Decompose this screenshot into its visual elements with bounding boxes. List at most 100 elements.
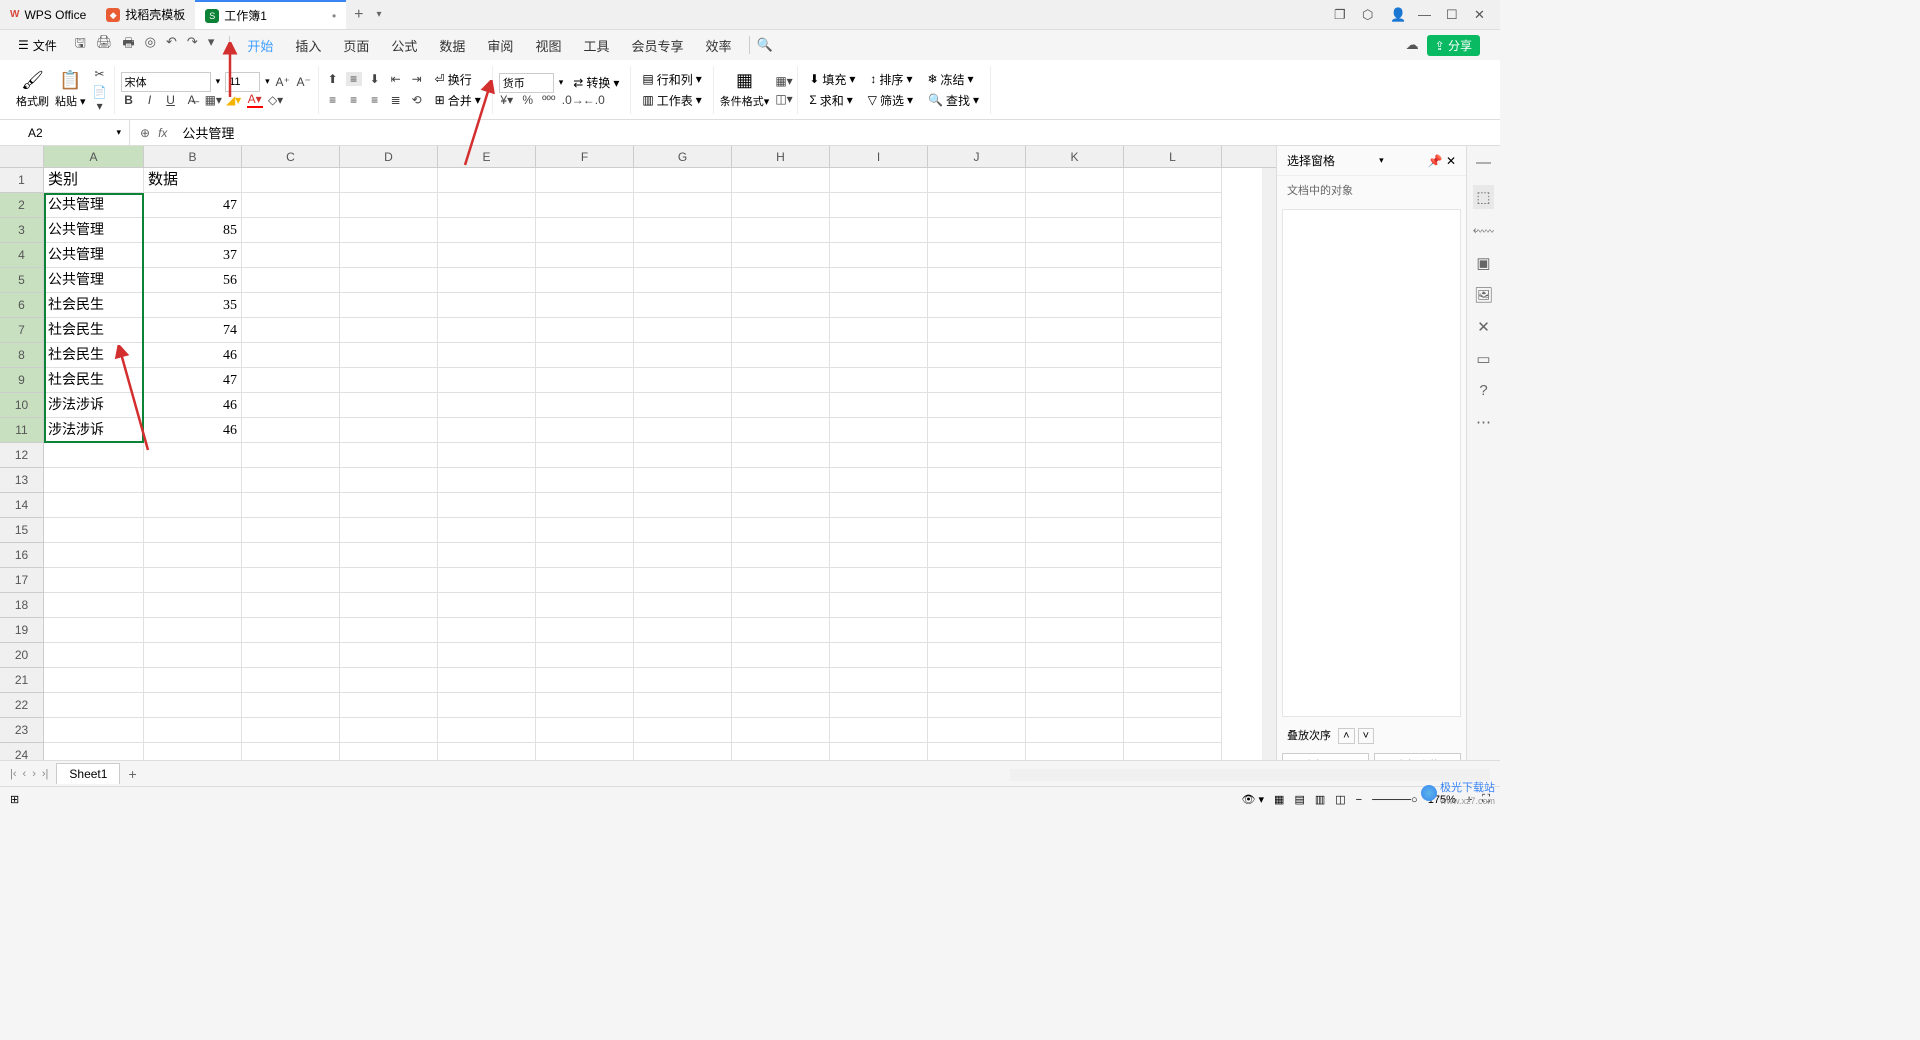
cell[interactable] xyxy=(1124,168,1222,193)
cell[interactable] xyxy=(242,643,340,668)
cell[interactable] xyxy=(732,343,830,368)
cell[interactable] xyxy=(1124,568,1222,593)
cell[interactable] xyxy=(732,243,830,268)
zoom-out-icon[interactable]: − xyxy=(1356,794,1362,806)
fx-icon[interactable]: fx xyxy=(158,126,167,140)
cell[interactable] xyxy=(144,618,242,643)
cell[interactable] xyxy=(44,718,144,743)
cell[interactable] xyxy=(340,318,438,343)
cell[interactable] xyxy=(144,493,242,518)
cell[interactable] xyxy=(1124,543,1222,568)
row-header[interactable]: 4 xyxy=(0,243,44,268)
cell[interactable] xyxy=(44,643,144,668)
cell[interactable]: 涉法涉诉 xyxy=(44,418,144,443)
cell[interactable] xyxy=(1026,168,1124,193)
menu-view[interactable]: 视图 xyxy=(525,36,571,55)
cell[interactable] xyxy=(144,568,242,593)
cell[interactable] xyxy=(634,568,732,593)
tab-add-button[interactable]: + xyxy=(346,6,371,24)
cell[interactable] xyxy=(438,568,536,593)
cell[interactable] xyxy=(732,493,830,518)
cell[interactable] xyxy=(1124,418,1222,443)
cell[interactable] xyxy=(928,518,1026,543)
tab-templates[interactable]: ◆ 找稻壳模板 xyxy=(96,0,195,29)
cell[interactable] xyxy=(536,668,634,693)
bold-icon[interactable]: B xyxy=(121,93,137,107)
cell[interactable] xyxy=(438,393,536,418)
cell[interactable] xyxy=(1026,218,1124,243)
cell[interactable] xyxy=(830,643,928,668)
underline-icon[interactable]: U xyxy=(163,93,179,107)
maximize-icon[interactable]: ☐ xyxy=(1446,7,1462,23)
cell[interactable]: 46 xyxy=(144,418,242,443)
cell[interactable] xyxy=(536,493,634,518)
col-header-H[interactable]: H xyxy=(732,146,830,167)
cell[interactable] xyxy=(1124,368,1222,393)
view-normal-icon[interactable]: ▦ xyxy=(1274,793,1284,806)
row-header[interactable]: 11 xyxy=(0,418,44,443)
cell[interactable] xyxy=(340,718,438,743)
row-header[interactable]: 15 xyxy=(0,518,44,543)
cell[interactable] xyxy=(1026,443,1124,468)
tools-icon[interactable]: ✕ xyxy=(1477,318,1490,336)
preview-icon[interactable]: ◎ xyxy=(145,34,156,56)
expand-icon[interactable]: ⊕ xyxy=(140,126,150,140)
cell[interactable] xyxy=(1026,468,1124,493)
cell[interactable] xyxy=(1124,293,1222,318)
italic-icon[interactable]: I xyxy=(142,93,158,107)
cell[interactable] xyxy=(634,468,732,493)
cell[interactable] xyxy=(1026,493,1124,518)
cell[interactable] xyxy=(242,218,340,243)
cell[interactable] xyxy=(242,468,340,493)
cell[interactable] xyxy=(438,443,536,468)
cell[interactable] xyxy=(1026,518,1124,543)
cell[interactable] xyxy=(634,593,732,618)
cell[interactable] xyxy=(1026,293,1124,318)
cell[interactable] xyxy=(634,518,732,543)
cell[interactable] xyxy=(242,593,340,618)
cell[interactable] xyxy=(830,668,928,693)
cell[interactable] xyxy=(536,268,634,293)
cell[interactable] xyxy=(732,418,830,443)
cell[interactable]: 类别 xyxy=(44,168,144,193)
cell[interactable] xyxy=(634,318,732,343)
cell[interactable] xyxy=(1124,468,1222,493)
cell[interactable] xyxy=(732,718,830,743)
cell[interactable] xyxy=(928,543,1026,568)
format-painter-button[interactable]: 🖌 格式刷 xyxy=(16,70,49,109)
select-all-corner[interactable] xyxy=(0,146,44,167)
menu-formula[interactable]: 公式 xyxy=(381,36,427,55)
cell[interactable] xyxy=(928,218,1026,243)
cell[interactable] xyxy=(242,443,340,468)
cell[interactable] xyxy=(1124,693,1222,718)
cell[interactable] xyxy=(830,343,928,368)
table-style-icon[interactable]: ◫▾ xyxy=(775,92,791,106)
cell[interactable] xyxy=(340,418,438,443)
cell[interactable] xyxy=(340,568,438,593)
cell[interactable] xyxy=(242,518,340,543)
cell[interactable] xyxy=(536,168,634,193)
cell[interactable] xyxy=(536,593,634,618)
cell[interactable] xyxy=(732,518,830,543)
col-header-B[interactable]: B xyxy=(144,146,242,167)
cell[interactable] xyxy=(1124,618,1222,643)
close-panel-icon[interactable]: ✕ xyxy=(1446,154,1456,168)
menu-review[interactable]: 审阅 xyxy=(477,36,523,55)
row-header[interactable]: 1 xyxy=(0,168,44,193)
cell[interactable] xyxy=(536,443,634,468)
scrollbar-vertical[interactable] xyxy=(1262,168,1276,782)
cell[interactable] xyxy=(340,168,438,193)
cell[interactable] xyxy=(830,393,928,418)
save-icon[interactable]: 🖫 xyxy=(75,34,86,56)
cell[interactable] xyxy=(44,543,144,568)
cell[interactable] xyxy=(1026,668,1124,693)
cell[interactable] xyxy=(438,343,536,368)
cell[interactable] xyxy=(438,543,536,568)
window-restore-icon[interactable]: ❐ xyxy=(1334,7,1350,23)
cell[interactable]: 85 xyxy=(144,218,242,243)
cell[interactable] xyxy=(438,668,536,693)
cell[interactable]: 74 xyxy=(144,318,242,343)
cell[interactable]: 47 xyxy=(144,193,242,218)
cell[interactable] xyxy=(340,468,438,493)
cell[interactable] xyxy=(44,443,144,468)
